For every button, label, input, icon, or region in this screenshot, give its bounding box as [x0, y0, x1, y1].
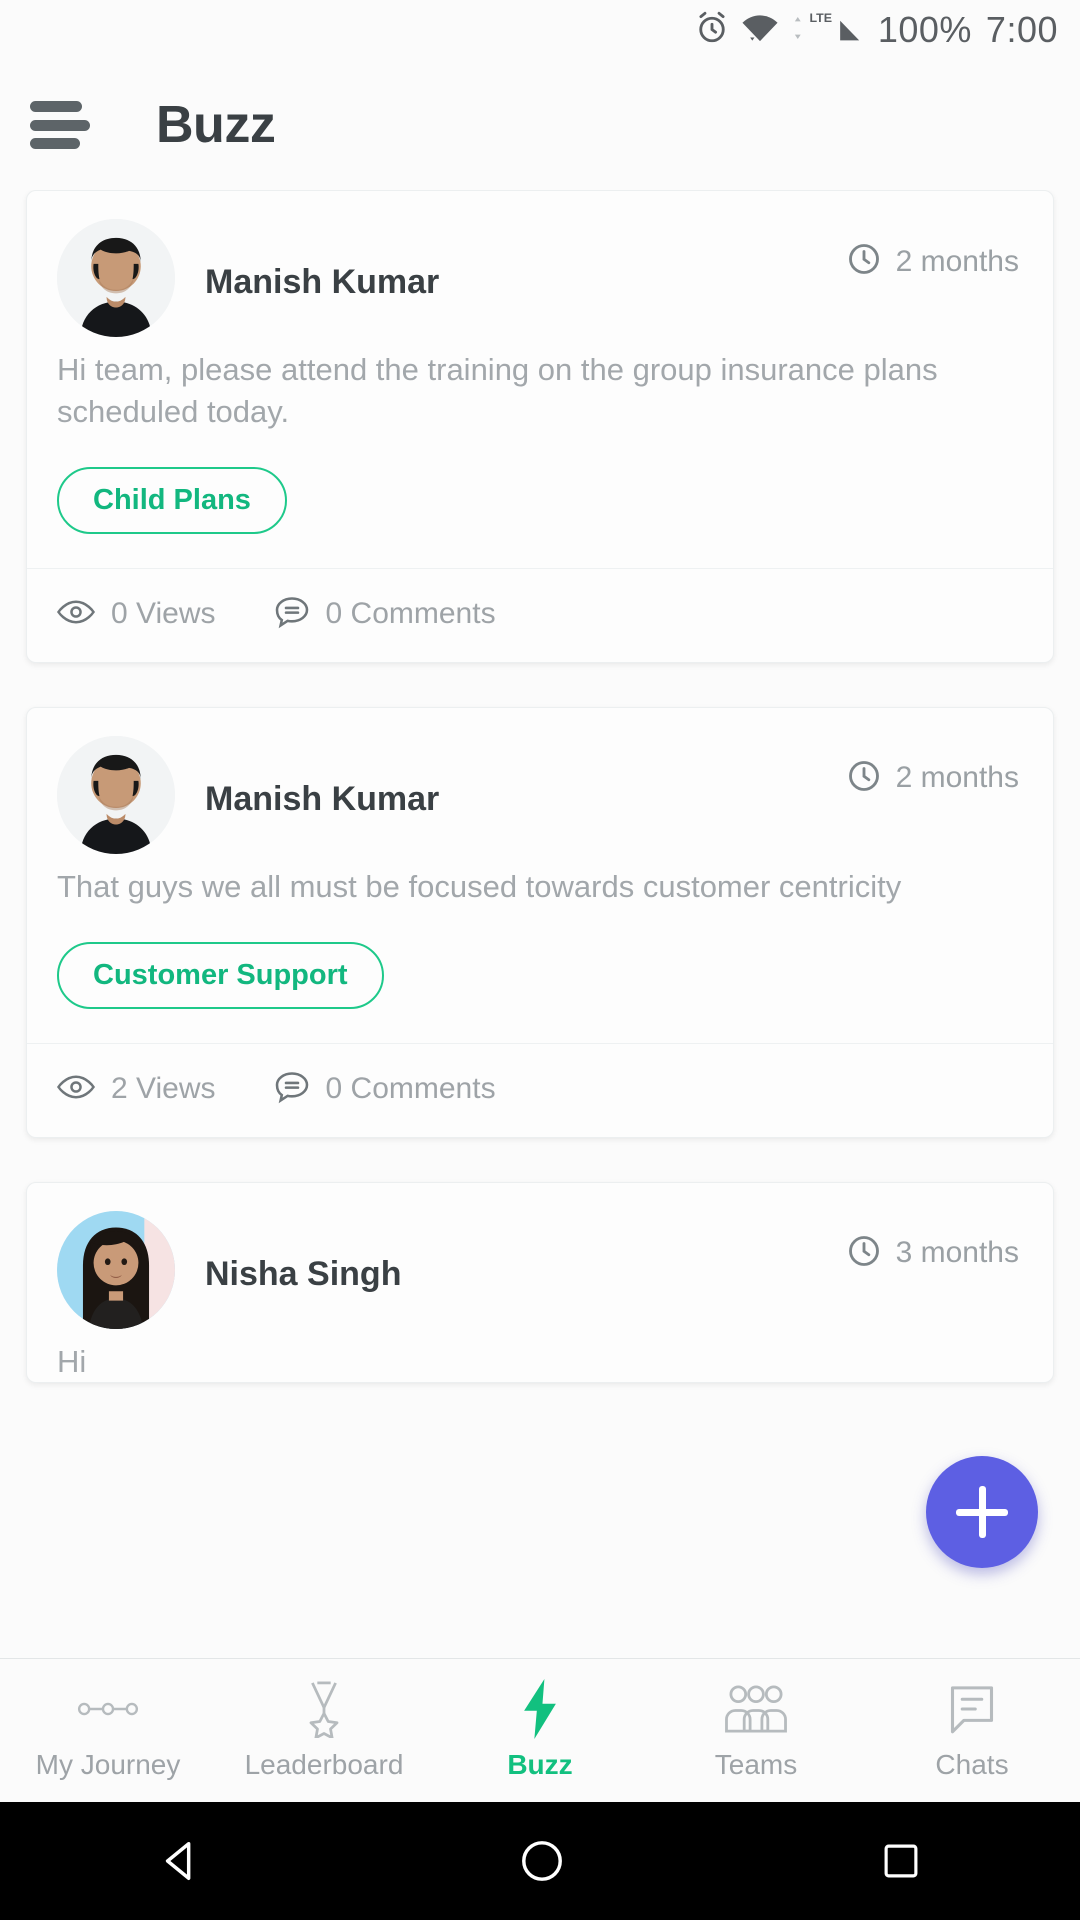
- post-time-text: 2 months: [895, 761, 1019, 795]
- post-tag-chip[interactable]: Customer Support: [57, 941, 384, 1009]
- male-avatar-photo: [57, 219, 175, 337]
- post-card[interactable]: Manish Kumar 2 months Hi team, please at…: [26, 190, 1054, 663]
- nav-label-leaderboard: Leaderboard: [244, 1748, 404, 1780]
- clock-icon: [846, 241, 882, 282]
- avatar[interactable]: [57, 219, 175, 337]
- recents-square-icon[interactable]: [880, 1840, 922, 1882]
- post-card[interactable]: Manish Kumar 2 months That guys we all m…: [26, 706, 1054, 1138]
- views-stat[interactable]: 2 Views: [56, 1072, 216, 1106]
- medal-icon: [300, 1681, 348, 1738]
- avatar[interactable]: [57, 735, 175, 854]
- views-stat[interactable]: 0 Views: [56, 597, 216, 631]
- post-time: 2 months: [846, 758, 1019, 799]
- post-card[interactable]: Nisha Singh 3 months Hi: [26, 1181, 1054, 1384]
- post-text: Hi: [57, 1343, 87, 1379]
- post-stats: 0 Views 0 Comments: [27, 567, 1053, 662]
- battery-percent: 100%: [877, 9, 972, 50]
- comments-stat[interactable]: 0 Comments: [274, 1070, 496, 1109]
- post-body: Hi team, please attend the training on t…: [27, 337, 1053, 534]
- nav-item-chats[interactable]: Chats: [864, 1681, 1080, 1781]
- post-header: Manish Kumar 2 months: [27, 191, 1053, 337]
- post-text: That guys we all must be focused towards…: [57, 868, 902, 904]
- comments-stat[interactable]: 0 Comments: [274, 595, 496, 634]
- svg-text:LTE: LTE: [809, 11, 832, 25]
- nav-label-chats: Chats: [935, 1748, 1009, 1780]
- alarm-icon: [694, 10, 730, 51]
- comments-count: 0 Comments: [325, 1072, 496, 1106]
- post-author: Manish Kumar: [205, 779, 440, 818]
- comments-count: 0 Comments: [325, 597, 496, 631]
- post-time: 3 months: [846, 1233, 1019, 1274]
- comment-bubble-icon: [274, 1070, 310, 1109]
- post-author: Manish Kumar: [205, 263, 440, 301]
- status-bar: LTE 100% 7:00: [0, 0, 1080, 60]
- post-header: Manish Kumar 2 months: [27, 708, 1053, 854]
- wifi-icon: [740, 11, 780, 50]
- nav-label-my-journey: My Journey: [35, 1748, 181, 1780]
- nav-label-teams: Teams: [714, 1748, 798, 1780]
- chat-bubble-icon: [946, 1681, 998, 1737]
- nav-item-buzz[interactable]: Buzz: [432, 1678, 648, 1781]
- people-group-icon: [725, 1681, 787, 1737]
- post-time-text: 2 months: [895, 244, 1019, 278]
- page-title: Buzz: [156, 96, 276, 154]
- nav-label-buzz: Buzz: [507, 1748, 573, 1780]
- lte-signal-icon: LTE: [790, 9, 864, 52]
- eye-icon: [56, 598, 96, 631]
- post-tag-chip[interactable]: Child Plans: [57, 466, 287, 534]
- lightning-bolt-icon: [518, 1678, 562, 1739]
- nav-item-teams[interactable]: Teams: [648, 1681, 864, 1781]
- post-time-text: 3 months: [895, 1236, 1019, 1270]
- clock-time: 7:00: [985, 9, 1058, 50]
- app-bar: Buzz: [0, 60, 1080, 190]
- comment-bubble-icon: [274, 595, 310, 634]
- female-avatar-photo: [57, 1210, 175, 1329]
- post-text: Hi team, please attend the training on t…: [57, 352, 938, 429]
- views-count: 0 Views: [111, 597, 216, 631]
- home-circle-icon[interactable]: [519, 1838, 565, 1884]
- post-time: 2 months: [846, 241, 1019, 282]
- male-avatar-photo: [57, 735, 175, 854]
- buzz-feed-list[interactable]: Manish Kumar 2 months Hi team, please at…: [0, 190, 1080, 1690]
- add-post-fab[interactable]: [926, 1456, 1038, 1568]
- hamburger-menu-icon[interactable]: [30, 101, 90, 149]
- android-system-navigation: [0, 1802, 1080, 1920]
- phone-screen: LTE 100% 7:00 Buzz Manish Kumar 2 months…: [0, 0, 1080, 1920]
- plus-icon-vertical: [978, 1486, 986, 1538]
- nav-item-leaderboard[interactable]: Leaderboard: [216, 1681, 432, 1781]
- status-bar-icons: LTE: [694, 9, 864, 52]
- post-stats: 2 Views 0 Comments: [27, 1042, 1053, 1137]
- post-body: That guys we all must be focused towards…: [27, 854, 1053, 1009]
- clock-icon: [846, 758, 882, 799]
- eye-icon: [56, 1073, 96, 1106]
- bottom-navigation: My Journey Leaderboard Buzz Teams Chats: [0, 1658, 1080, 1802]
- journey-path-icon: [77, 1681, 139, 1737]
- post-author: Nisha Singh: [205, 1254, 402, 1293]
- views-count: 2 Views: [111, 1072, 216, 1106]
- avatar[interactable]: [57, 1210, 175, 1329]
- clock-icon: [846, 1233, 882, 1274]
- back-triangle-icon[interactable]: [158, 1838, 204, 1884]
- post-header: Nisha Singh 3 months: [27, 1183, 1053, 1329]
- post-body: Hi: [27, 1329, 1053, 1383]
- nav-item-my-journey[interactable]: My Journey: [0, 1681, 216, 1781]
